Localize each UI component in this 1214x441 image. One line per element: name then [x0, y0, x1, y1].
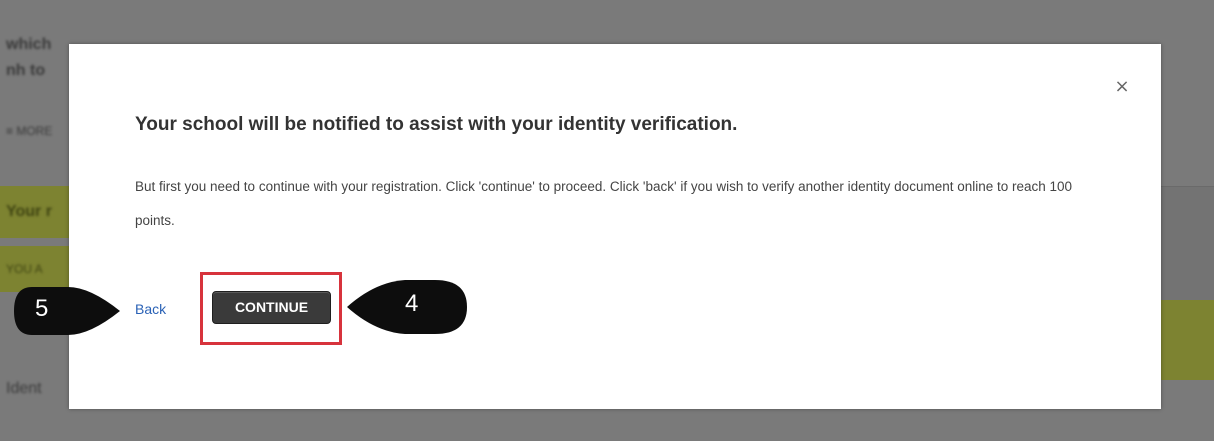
background-text: nh to [6, 62, 46, 79]
callout-back: 5 [12, 283, 122, 344]
background-text: Your r [6, 203, 52, 220]
callout-continue: 4 [345, 276, 470, 343]
continue-button[interactable]: CONTINUE [212, 291, 331, 324]
modal-title: Your school will be notified to assist w… [135, 114, 738, 135]
background-text: ≡ MORE [6, 124, 53, 138]
back-link[interactable]: Back [135, 301, 166, 317]
close-icon[interactable]: × [1110, 75, 1134, 99]
callout-number: 5 [35, 295, 49, 322]
background-text: YOU A [6, 262, 43, 276]
background-panel [1160, 186, 1214, 311]
identity-verification-modal: × Your school will be notified to assist… [69, 44, 1161, 409]
modal-body-text: But first you need to continue with your… [135, 179, 1073, 228]
background-text: which [6, 36, 52, 53]
background-green-panel [1160, 300, 1214, 380]
background-text: Ident [6, 380, 42, 397]
callout-number: 4 [405, 290, 419, 317]
pointer-callout-right-icon [14, 287, 120, 335]
